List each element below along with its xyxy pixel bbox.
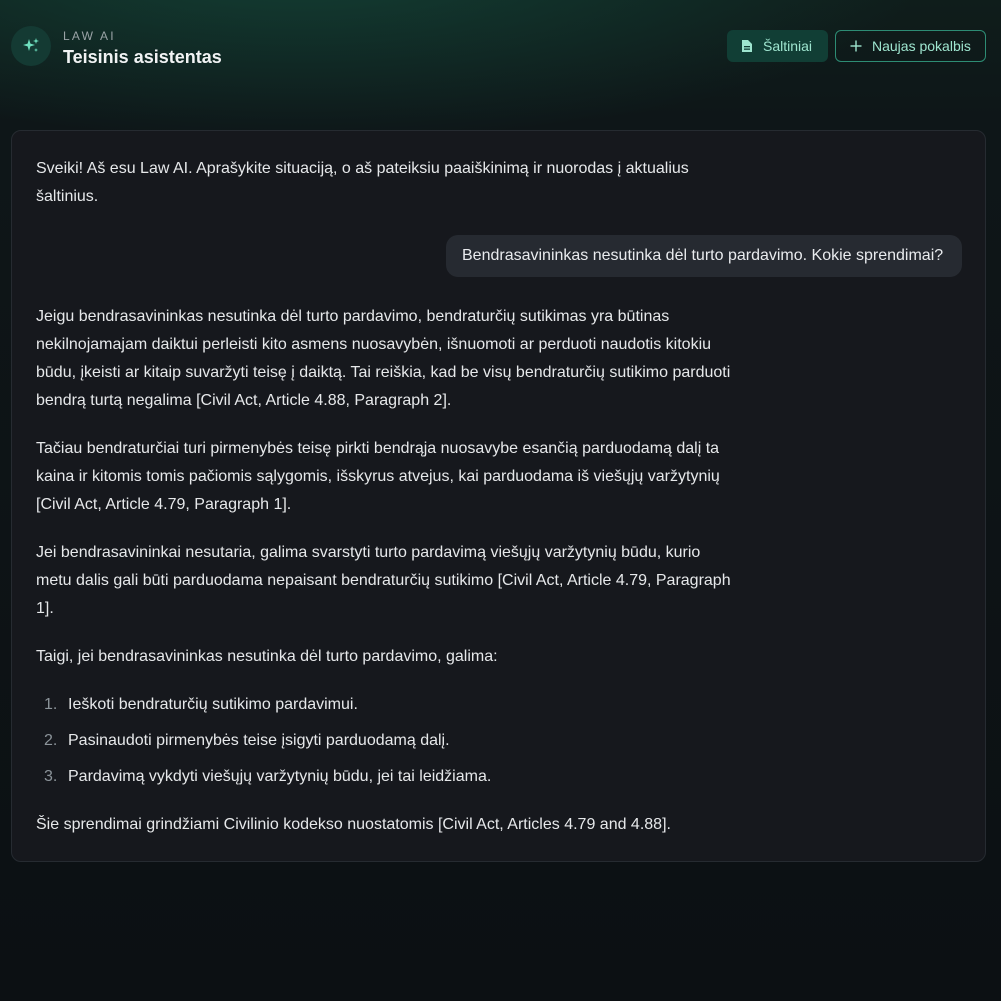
answer-paragraph-4: Taigi, jei bendrasavininkas nesutinka dė… [36,648,498,665]
plus-icon [848,38,864,54]
assistant-greeting: Sveiki! Aš esu Law AI. Aprašykite situac… [36,160,689,205]
answer-paragraph-5: Šie sprendimai grindžiami Civilinio kode… [36,816,671,833]
list-item-number: 2. [44,732,58,749]
new-chat-button-label: Naujas pokalbis [872,38,971,54]
answer-list: 1. Ieškoti bendraturčių sutikimo pardavi… [36,691,736,799]
brand-label: LAW AI [63,29,116,43]
sources-button-label: Šaltiniai [763,38,813,54]
list-item-text: Ieškoti bendraturčių sutikimo pardavimui… [68,696,358,713]
list-item: 3. Pardavimą vykdyti viešųjų varžytynių … [36,763,736,799]
list-item: 1. Ieškoti bendraturčių sutikimo pardavi… [36,691,736,727]
answer-paragraph-2: Tačiau bendraturčiai turi pirmenybės tei… [36,440,720,513]
document-icon [739,38,755,54]
user-message: Bendrasavininkas nesutinka dėl turto par… [446,235,962,277]
app-title: Teisinis asistentas [63,47,222,67]
list-item-text: Pasinaudoti pirmenybės teise įsigyti par… [68,732,450,749]
list-item: 2. Pasinaudoti pirmenybės teise įsigyti … [36,727,736,763]
answer-paragraph-1: Jeigu bendrasavininkas nesutinka dėl tur… [36,308,731,409]
sources-button[interactable]: Šaltiniai [727,30,828,62]
chat-panel: Sveiki! Aš esu Law AI. Aprašykite situac… [11,130,986,862]
list-item-text: Pardavimą vykdyti viešųjų varžytynių būd… [68,768,492,785]
app-header: LAW AI Teisinis asistentas Šaltiniai Nau… [11,26,986,67]
answer-paragraph-3: Jei bendrasavininkai nesutaria, galima s… [36,544,731,617]
sparkles-icon [11,26,51,66]
list-item-number: 1. [44,696,58,713]
list-item-number: 3. [44,768,58,785]
new-chat-button[interactable]: Naujas pokalbis [835,30,986,62]
